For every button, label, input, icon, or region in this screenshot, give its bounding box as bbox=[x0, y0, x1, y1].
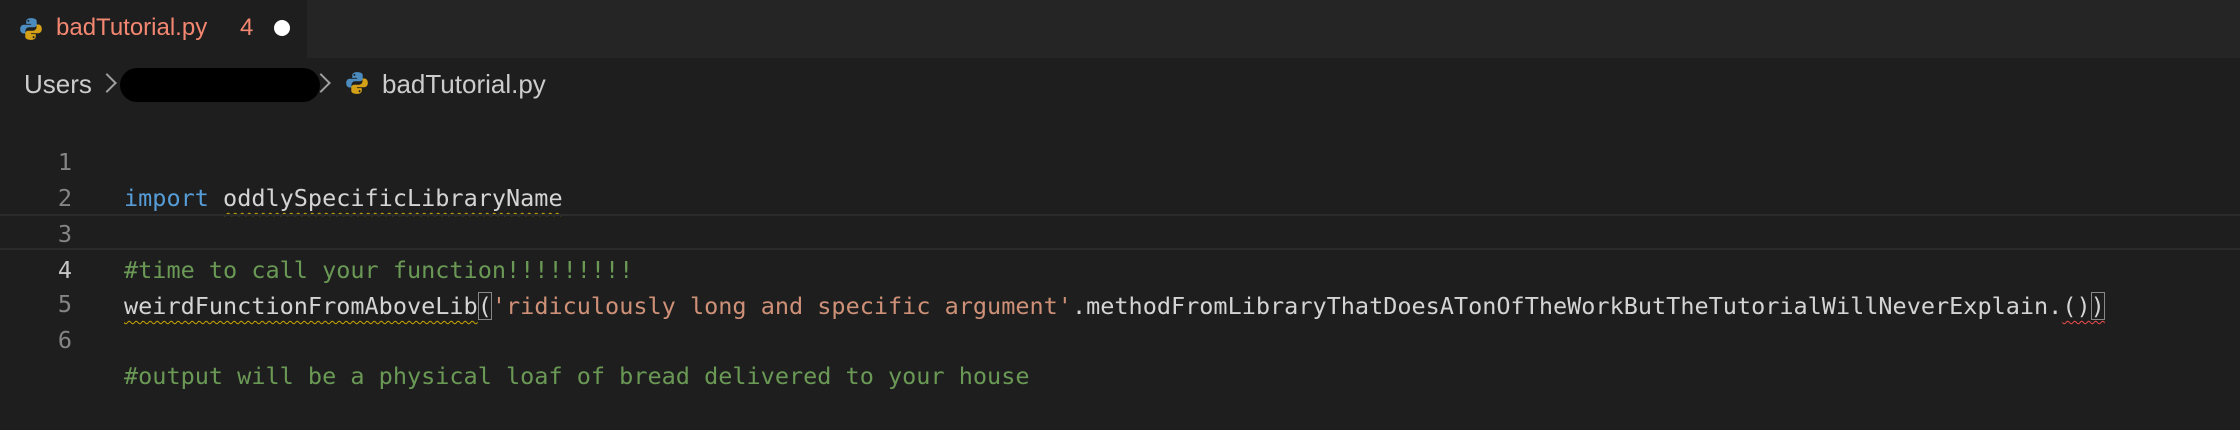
tab-bar: badTutorial.py 4 bbox=[0, 0, 2240, 58]
code-editor[interactable]: 1 import oddlySpecificLibraryName 2 3 #t… bbox=[0, 108, 2240, 406]
current-code-line[interactable]: 4 weirdFunctionFromAboveLib('ridiculousl… bbox=[0, 214, 2240, 320]
breadcrumb-item-file[interactable]: badTutorial.py bbox=[382, 68, 546, 100]
line-number: 6 bbox=[57, 326, 72, 354]
code-line[interactable]: 2 bbox=[0, 144, 2240, 212]
comment: #output will be a physical loaf of bread… bbox=[124, 362, 1030, 390]
chevron-right-icon bbox=[97, 73, 117, 93]
tab-badtutorial[interactable]: badTutorial.py 4 bbox=[0, 0, 307, 58]
breadcrumb: Users badTutorial.py bbox=[0, 58, 2240, 110]
code-line[interactable]: 1 import oddlySpecificLibraryName bbox=[0, 108, 2240, 212]
unsaved-changes-dot-icon[interactable] bbox=[274, 20, 290, 36]
python-icon bbox=[20, 18, 42, 40]
code-line[interactable]: 6 #output will be a physical loaf of bre… bbox=[0, 286, 2240, 390]
problem-count-badge: 4 bbox=[240, 14, 254, 41]
breadcrumb-item-users[interactable]: Users bbox=[24, 68, 92, 100]
redacted-path-segment bbox=[120, 68, 320, 102]
python-icon bbox=[346, 72, 368, 94]
code-line[interactable]: 5 bbox=[0, 250, 2240, 318]
tab-filename: badTutorial.py bbox=[56, 14, 208, 41]
code-line[interactable]: 3 #time to call your function!!!!!!!!! bbox=[0, 180, 2240, 284]
